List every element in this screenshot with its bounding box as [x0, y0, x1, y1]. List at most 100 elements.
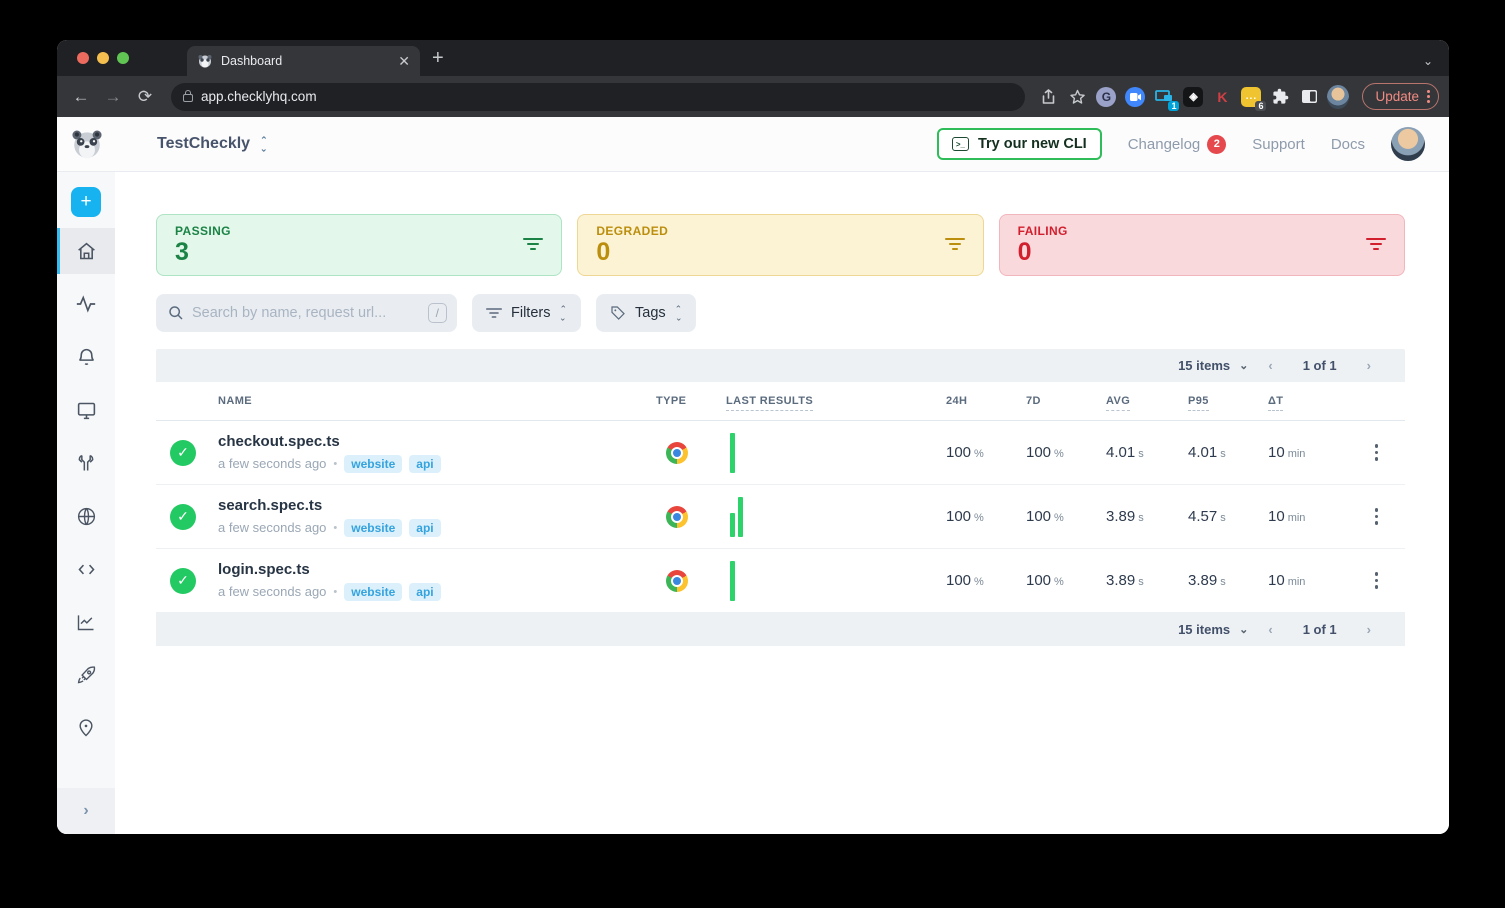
back-button[interactable]: ←: [67, 83, 95, 111]
notes-extension-icon[interactable]: ... 6: [1240, 86, 1267, 111]
prev-page-button[interactable]: ‹: [1268, 358, 1272, 373]
forward-button[interactable]: →: [99, 83, 127, 111]
browser-window: Dashboard ✕ + ⌄ ← → ⟳ app.checklyhq.com …: [57, 40, 1449, 834]
last-results-bars[interactable]: [726, 496, 946, 537]
close-window-button[interactable]: [77, 52, 89, 64]
tags-button[interactable]: Tags ⌃ ⌃: [596, 294, 697, 332]
browser-menu-icon[interactable]: [1427, 90, 1430, 103]
degraded-card[interactable]: DEGRADED 0: [577, 214, 984, 276]
metric-7d: 100%: [1026, 508, 1064, 525]
check-last-run: a few seconds ago: [218, 456, 327, 471]
sidebar-item-home[interactable]: [57, 228, 115, 274]
tab-strip: Dashboard ✕ + ⌄: [57, 40, 1449, 76]
zoom-window-button[interactable]: [117, 52, 129, 64]
pagination-top: 15 items ⌄ ‹ 1 of 1 ›: [156, 349, 1405, 382]
tag-api[interactable]: api: [409, 454, 441, 473]
filter-funnel-icon[interactable]: [523, 237, 544, 251]
try-cli-button[interactable]: >_ Try our new CLI: [936, 128, 1102, 160]
col-dt[interactable]: ΔT: [1268, 395, 1348, 411]
sidebar-item-quickstart[interactable]: [57, 652, 115, 698]
tag-website[interactable]: website: [344, 454, 403, 473]
sidebar-item-locations[interactable]: [57, 705, 115, 751]
items-caret-icon: ⌄: [1239, 624, 1249, 636]
share-icon[interactable]: [1037, 86, 1059, 108]
cli-button-label: Try our new CLI: [977, 136, 1087, 152]
side-panel-icon[interactable]: [1298, 86, 1320, 108]
address-bar[interactable]: app.checklyhq.com: [171, 82, 1026, 111]
create-check-button[interactable]: +: [71, 187, 101, 217]
sidebar-item-analytics[interactable]: [57, 599, 115, 645]
sidebar-item-activity[interactable]: [57, 281, 115, 327]
new-tab-button[interactable]: +: [432, 47, 444, 70]
last-results-bars[interactable]: [726, 432, 946, 473]
col-p95[interactable]: P95: [1188, 395, 1268, 411]
tag-website[interactable]: website: [344, 518, 403, 537]
nav-support[interactable]: Support: [1252, 136, 1305, 153]
col-avg[interactable]: AVG: [1106, 395, 1188, 411]
account-switcher[interactable]: TestCheckly ⌃ ⌃: [157, 135, 268, 153]
check-name[interactable]: checkout.spec.ts: [218, 433, 656, 450]
check-row[interactable]: ✓ checkout.spec.ts a few seconds ago • w…: [156, 421, 1405, 485]
screencast-extension-icon[interactable]: 1: [1153, 86, 1180, 111]
sidebar-item-snippets[interactable]: [57, 546, 115, 592]
tag-website[interactable]: website: [344, 582, 403, 601]
sidebar-expand-button[interactable]: ›: [57, 788, 115, 834]
bookmark-star-icon[interactable]: [1066, 86, 1088, 108]
chrome-update-button[interactable]: Update: [1362, 83, 1439, 110]
tag-api[interactable]: api: [409, 518, 441, 537]
app-header: TestCheckly ⌃ ⌃ >_ Try our new CLI Change…: [57, 117, 1449, 172]
row-menu-icon[interactable]: [1348, 508, 1405, 525]
check-row[interactable]: ✓ search.spec.ts a few seconds ago • web…: [156, 485, 1405, 549]
passing-card[interactable]: PASSING 3: [156, 214, 563, 276]
stack-extension-icon[interactable]: ◈: [1182, 86, 1204, 108]
nav-changelog[interactable]: Changelog 2: [1128, 134, 1227, 154]
next-page-button[interactable]: ›: [1367, 622, 1371, 637]
filter-funnel-icon[interactable]: [1365, 237, 1386, 251]
items-per-page[interactable]: 15 items: [1178, 358, 1230, 373]
last-results-bars[interactable]: [726, 560, 946, 601]
tab-close-icon[interactable]: ✕: [398, 53, 410, 70]
filter-funnel-icon[interactable]: [944, 237, 965, 251]
col-24h: 24H: [946, 395, 968, 407]
sidebar-item-alerts[interactable]: [57, 334, 115, 380]
zoom-extension-icon[interactable]: [1124, 86, 1146, 108]
browser-tab[interactable]: Dashboard ✕: [187, 46, 420, 76]
degraded-count: 0: [596, 238, 611, 266]
window-controls[interactable]: [57, 52, 129, 76]
check-name[interactable]: login.spec.ts: [218, 561, 656, 578]
sidebar-item-dashboards[interactable]: [57, 387, 115, 433]
page-indicator: 1 of 1: [1302, 622, 1337, 637]
row-menu-icon[interactable]: [1348, 572, 1405, 589]
row-menu-icon[interactable]: [1348, 444, 1405, 461]
prev-page-button[interactable]: ‹: [1268, 622, 1272, 637]
terminal-icon: >_: [951, 137, 969, 151]
search-box[interactable]: /: [156, 294, 457, 332]
check-name[interactable]: search.spec.ts: [218, 497, 656, 514]
tags-label: Tags: [635, 305, 666, 321]
filters-button[interactable]: Filters ⌃ ⌃: [472, 294, 582, 332]
checkly-logo[interactable]: [70, 127, 104, 161]
reload-button[interactable]: ⟳: [131, 83, 159, 111]
grammarly-extension-icon[interactable]: G: [1095, 86, 1117, 108]
browser-profile-avatar[interactable]: [1327, 84, 1350, 109]
sidebar-item-maintenance[interactable]: [57, 440, 115, 486]
next-page-button[interactable]: ›: [1367, 358, 1371, 373]
kagi-extension-icon[interactable]: K: [1211, 86, 1233, 108]
filter-bar: / Filters ⌃⌃ Tags ⌃⌃: [156, 294, 1405, 332]
tab-search-icon[interactable]: ⌄: [1423, 54, 1433, 68]
activity-pulse-icon: [76, 295, 96, 313]
tag-api[interactable]: api: [409, 582, 441, 601]
col-name: NAME: [218, 395, 252, 407]
sidebar-item-private-locations[interactable]: [57, 493, 115, 539]
search-input[interactable]: [192, 305, 420, 321]
check-row[interactable]: ✓ login.spec.ts a few seconds ago • webs…: [156, 549, 1405, 613]
extensions-puzzle-icon[interactable]: [1269, 86, 1291, 108]
items-per-page[interactable]: 15 items: [1178, 622, 1230, 637]
failing-card[interactable]: FAILING 0: [998, 214, 1405, 276]
tab-title: Dashboard: [221, 54, 283, 68]
page-indicator: 1 of 1: [1302, 358, 1337, 373]
minimize-window-button[interactable]: [97, 52, 109, 64]
col-last-results[interactable]: LAST RESULTS: [726, 395, 946, 411]
nav-docs[interactable]: Docs: [1331, 136, 1365, 153]
user-avatar[interactable]: [1391, 127, 1425, 161]
